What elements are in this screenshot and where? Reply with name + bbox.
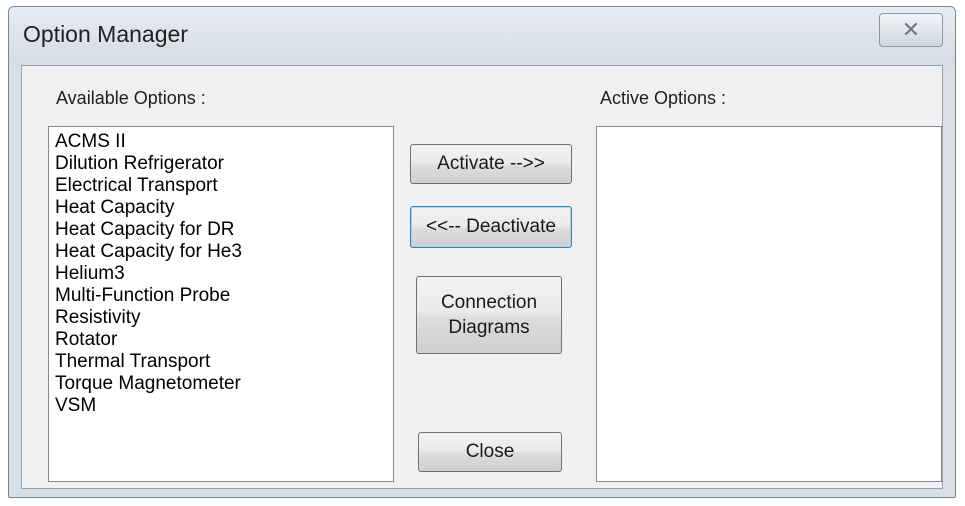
list-item[interactable]: Thermal Transport — [49, 351, 393, 373]
close-button-label: Close — [465, 441, 515, 462]
deactivate-button[interactable]: <<-- Deactivate — [410, 206, 572, 248]
close-icon: ✕ — [901, 17, 921, 42]
connection-diagrams-label-line2: Diagrams — [448, 317, 530, 338]
list-item[interactable]: Torque Magnetometer — [49, 373, 393, 395]
list-item[interactable]: Heat Capacity for He3 — [49, 241, 393, 263]
list-item[interactable]: ACMS II — [49, 131, 393, 153]
list-item[interactable]: Electrical Transport — [49, 175, 393, 197]
list-item[interactable]: VSM — [49, 395, 393, 417]
active-options-label: Active Options : — [600, 88, 727, 108]
dialog-client-area: Available Options : ACMS II Dilution Refr… — [21, 65, 943, 489]
deactivate-button-label: <<-- Deactivate — [426, 216, 556, 237]
activate-button[interactable]: Activate -->> — [410, 144, 572, 184]
list-item[interactable]: Multi-Function Probe — [49, 285, 393, 307]
close-button[interactable]: Close — [418, 432, 562, 472]
list-item[interactable]: Helium3 — [49, 263, 393, 285]
activate-button-label: Activate -->> — [437, 153, 545, 174]
title-bar[interactable]: Option Manager ✕ — [9, 7, 955, 65]
list-item[interactable]: Heat Capacity — [49, 197, 393, 219]
active-options-listbox[interactable] — [596, 126, 942, 482]
list-item[interactable]: Rotator — [49, 329, 393, 351]
window-close-button[interactable]: ✕ — [879, 13, 943, 47]
list-item[interactable]: Heat Capacity for DR — [49, 219, 393, 241]
list-item[interactable]: Dilution Refrigerator — [49, 153, 393, 175]
list-item[interactable]: Resistivity — [49, 307, 393, 329]
available-options-listbox[interactable]: ACMS II Dilution Refrigerator Electrical T… — [48, 126, 394, 482]
option-manager-window: Option Manager ✕ Available Options : ACM… — [8, 6, 956, 498]
connection-diagrams-label-line1: Connection — [440, 292, 538, 313]
window-title: Option Manager — [23, 21, 188, 47]
available-options-label: Available Options : — [56, 88, 206, 108]
connection-diagrams-button[interactable]: Connection Diagrams — [416, 276, 562, 354]
